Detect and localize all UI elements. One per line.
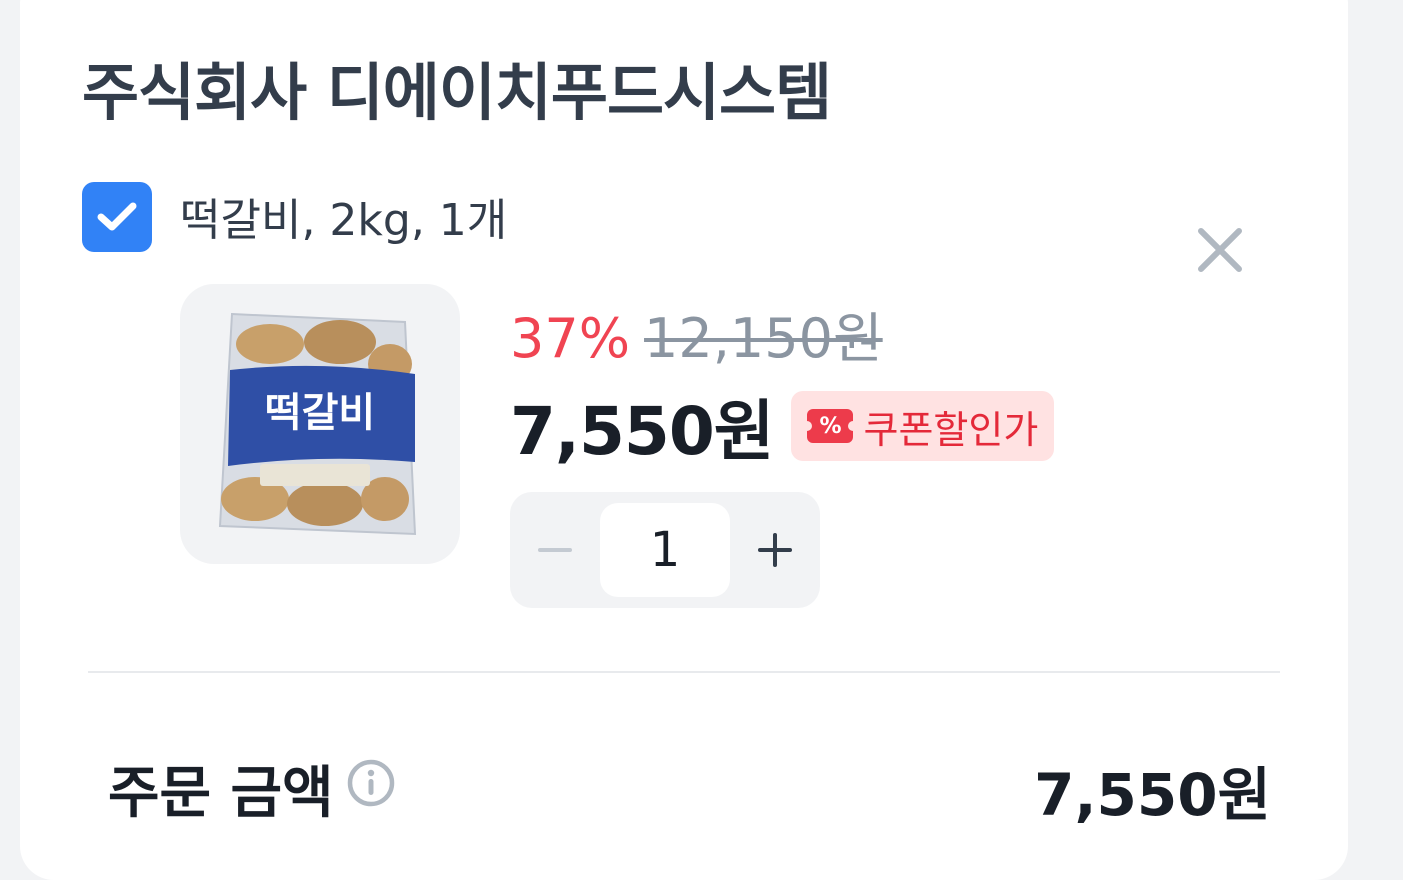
minus-icon [538, 548, 572, 552]
coupon-label: 쿠폰할인가 [863, 407, 1039, 452]
decrease-quantity-button[interactable] [510, 492, 600, 608]
product-image-text: 떡갈비 [265, 390, 375, 436]
item-checkbox[interactable] [82, 182, 152, 252]
discount-rate: 37% [510, 307, 631, 370]
close-icon [1198, 228, 1242, 272]
info-icon[interactable] [346, 758, 396, 808]
plus-icon [758, 533, 792, 567]
info-circle-icon [347, 759, 395, 807]
sale-row: 7,550원 % 쿠폰할인가 [510, 378, 1055, 474]
coupon-badge: % 쿠폰할인가 [791, 391, 1055, 461]
order-total: 7,550원 [1034, 761, 1271, 829]
quantity-value[interactable]: 1 [600, 503, 730, 597]
percent-ticket-icon: % [802, 409, 859, 443]
check-icon [97, 202, 137, 231]
quantity-stepper: 1 [510, 492, 820, 608]
product-thumbnail[interactable]: 떡갈비 [180, 284, 460, 564]
item-option-text: 떡갈비, 2kg, 1개 [180, 195, 508, 246]
seller-name: 주식회사 디에이치푸드시스템 [82, 56, 832, 129]
sale-price: 7,550원 [510, 393, 774, 470]
order-amount-label: 주문 금액 [108, 761, 334, 826]
discount-row: 37% 12,150원 [510, 294, 883, 373]
divider [88, 671, 1280, 673]
increase-quantity-button[interactable] [730, 492, 820, 608]
original-price: 12,150원 [644, 307, 883, 370]
product-image: 떡갈비 [218, 312, 417, 536]
remove-item-button[interactable] [1190, 220, 1250, 280]
